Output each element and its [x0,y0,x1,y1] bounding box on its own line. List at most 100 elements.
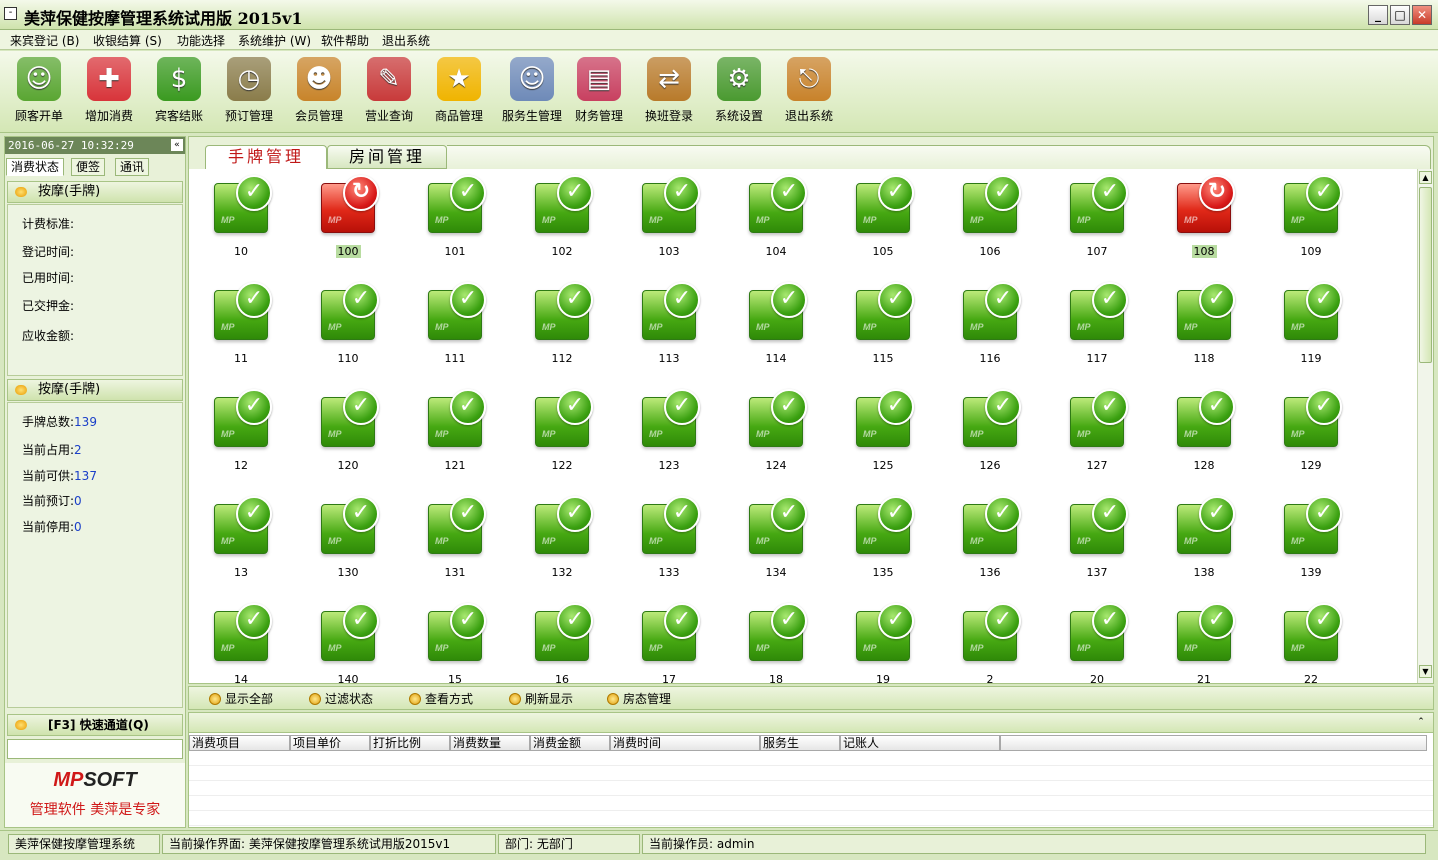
hand-card-112[interactable]: MP ✓ 112 [527,282,597,372]
hand-card-10[interactable]: MP ✓ 10 [206,175,276,265]
col-discount[interactable]: 打折比例 [370,735,450,751]
col-quantity[interactable]: 消费数量 [450,735,530,751]
hand-card-128[interactable]: MP ✓ 128 [1169,389,1239,479]
toolbar-button-8[interactable]: ☺ 服务生管理 [496,55,568,129]
hand-card-119[interactable]: MP ✓ 119 [1276,282,1346,372]
hand-card-2[interactable]: MP ✓ 2 [955,603,1025,683]
hand-card-104[interactable]: MP ✓ 104 [741,175,811,265]
section-card-summary-header[interactable]: 按摩(手牌) [7,379,183,401]
hand-card-105[interactable]: MP ✓ 105 [848,175,918,265]
toolbar-button-3[interactable]: $ 宾客结账 [146,55,212,129]
hand-card-21[interactable]: MP ✓ 21 [1169,603,1239,683]
toolbar-button-1[interactable]: ☺ 顾客开单 [6,55,72,129]
hand-card-17[interactable]: MP ✓ 17 [634,603,704,683]
hand-card-111[interactable]: MP ✓ 111 [420,282,490,372]
section-card-detail-header[interactable]: 按摩(手牌) [7,181,183,203]
hand-card-22[interactable]: MP ✓ 22 [1276,603,1346,683]
col-amount[interactable]: 消费金额 [530,735,610,751]
menu-guest-register[interactable]: 来宾登记 (B) [10,32,79,49]
hand-card-11[interactable]: MP ✓ 11 [206,282,276,372]
hand-card-136[interactable]: MP ✓ 136 [955,496,1025,586]
expand-detail-icon[interactable]: ⌃ [1415,716,1427,728]
hand-card-138[interactable]: MP ✓ 138 [1169,496,1239,586]
window-menu-icon[interactable]: - [4,7,17,20]
hand-card-103[interactable]: MP ✓ 103 [634,175,704,265]
hand-card-130[interactable]: MP ✓ 130 [313,496,383,586]
scroll-thumb[interactable] [1419,187,1432,363]
tab-card-management[interactable]: 手牌管理 [205,145,327,170]
hand-card-132[interactable]: MP ✓ 132 [527,496,597,586]
toolbar-button-5[interactable]: ☻ 会员管理 [286,55,352,129]
hand-card-20[interactable]: MP ✓ 20 [1062,603,1132,683]
tab-notes[interactable]: 便签 [71,158,106,176]
hand-card-100[interactable]: MP ↻ 100 [313,175,383,265]
tab-consumption-status[interactable]: 消费状态 [6,158,65,176]
view-mode-button[interactable]: 查看方式 [409,690,473,707]
hand-card-139[interactable]: MP ✓ 139 [1276,496,1346,586]
col-time[interactable]: 消费时间 [610,735,760,751]
col-waiter[interactable]: 服务生 [760,735,840,751]
toolbar-button-9[interactable]: ▤ 财务管理 [566,55,632,129]
quick-channel-input[interactable] [7,739,183,759]
hand-card-137[interactable]: MP ✓ 137 [1062,496,1132,586]
hand-card-16[interactable]: MP ✓ 16 [527,603,597,683]
hand-card-135[interactable]: MP ✓ 135 [848,496,918,586]
hand-card-140[interactable]: MP ✓ 140 [313,603,383,683]
hand-card-108[interactable]: MP ↻ 108 [1169,175,1239,265]
filter-status-button[interactable]: 过滤状态 [309,690,373,707]
hand-card-122[interactable]: MP ✓ 122 [527,389,597,479]
hand-card-106[interactable]: MP ✓ 106 [955,175,1025,265]
toolbar-button-11[interactable]: ⚙ 系统设置 [706,55,772,129]
hand-card-116[interactable]: MP ✓ 116 [955,282,1025,372]
col-unit-price[interactable]: 项目单价 [290,735,370,751]
grid-vertical-scrollbar[interactable]: ▲ ▼ [1417,169,1433,683]
hand-card-14[interactable]: MP ✓ 14 [206,603,276,683]
hand-card-114[interactable]: MP ✓ 114 [741,282,811,372]
hand-card-18[interactable]: MP ✓ 18 [741,603,811,683]
tab-room-management[interactable]: 房间管理 [327,145,447,169]
toolbar-button-12[interactable]: ⎋ 退出系统 [776,55,842,129]
hand-card-12[interactable]: MP ✓ 12 [206,389,276,479]
quick-channel-header[interactable]: [F3] 快速通道(Q) [7,714,183,736]
hand-card-13[interactable]: MP ✓ 13 [206,496,276,586]
hand-card-133[interactable]: MP ✓ 133 [634,496,704,586]
menu-maintenance[interactable]: 系统维护 (W) [238,32,311,49]
col-item[interactable]: 消费项目 [189,735,290,751]
hand-card-123[interactable]: MP ✓ 123 [634,389,704,479]
hand-card-101[interactable]: MP ✓ 101 [420,175,490,265]
hand-card-19[interactable]: MP ✓ 19 [848,603,918,683]
toolbar-button-10[interactable]: ⇄ 换班登录 [636,55,702,129]
toolbar-button-4[interactable]: ◷ 预订管理 [216,55,282,129]
hand-card-102[interactable]: MP ✓ 102 [527,175,597,265]
col-recorder[interactable]: 记账人 [840,735,1000,751]
hand-card-110[interactable]: MP ✓ 110 [313,282,383,372]
hand-card-134[interactable]: MP ✓ 134 [741,496,811,586]
scroll-down-icon[interactable]: ▼ [1419,665,1432,678]
collapse-left-panel-icon[interactable]: « [171,139,183,151]
toolbar-button-7[interactable]: ★ 商品管理 [426,55,492,129]
hand-card-15[interactable]: MP ✓ 15 [420,603,490,683]
menu-exit[interactable]: 退出系统 [382,32,430,49]
hand-card-113[interactable]: MP ✓ 113 [634,282,704,372]
maximize-button[interactable]: □ [1390,5,1410,25]
hand-card-124[interactable]: MP ✓ 124 [741,389,811,479]
hand-card-109[interactable]: MP ✓ 109 [1276,175,1346,265]
scroll-up-icon[interactable]: ▲ [1419,171,1432,184]
hand-card-125[interactable]: MP ✓ 125 [848,389,918,479]
tab-contacts[interactable]: 通讯 [115,158,150,176]
menu-checkout[interactable]: 收银结算 (S) [93,32,162,49]
menu-help[interactable]: 软件帮助 [321,32,369,49]
room-status-button[interactable]: 房态管理 [607,690,671,707]
toolbar-button-6[interactable]: ✎ 营业查询 [356,55,422,129]
hand-card-107[interactable]: MP ✓ 107 [1062,175,1132,265]
hand-card-127[interactable]: MP ✓ 127 [1062,389,1132,479]
hand-card-126[interactable]: MP ✓ 126 [955,389,1025,479]
show-all-button[interactable]: 显示全部 [209,690,273,707]
hand-card-121[interactable]: MP ✓ 121 [420,389,490,479]
refresh-button[interactable]: 刷新显示 [509,690,573,707]
hand-card-120[interactable]: MP ✓ 120 [313,389,383,479]
hand-card-129[interactable]: MP ✓ 129 [1276,389,1346,479]
menu-functions[interactable]: 功能选择 [177,32,225,49]
hand-card-117[interactable]: MP ✓ 117 [1062,282,1132,372]
close-button[interactable]: ✕ [1412,5,1432,25]
